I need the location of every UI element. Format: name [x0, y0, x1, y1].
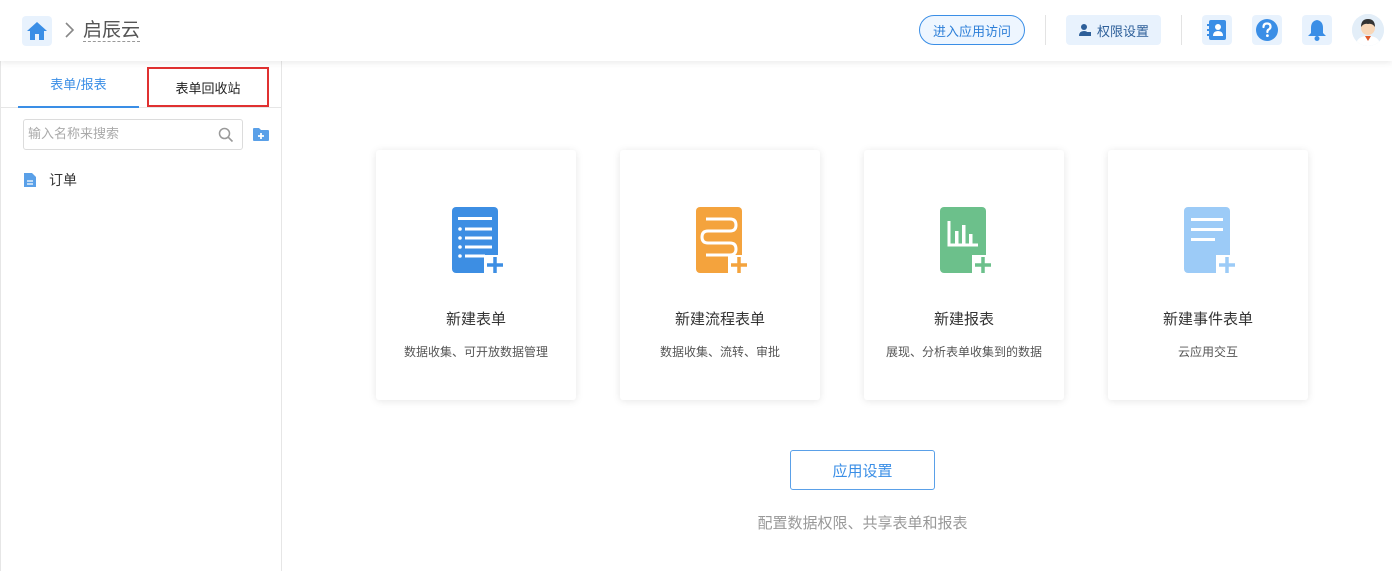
list-item-order[interactable]: 订单	[23, 169, 77, 191]
new-flow-form-card[interactable]: 新建流程表单 数据收集、流转、审批	[620, 150, 820, 400]
form-icon	[452, 207, 506, 275]
search-icon[interactable]	[218, 127, 234, 143]
new-form-card[interactable]: 新建表单 数据收集、可开放数据管理	[376, 150, 576, 400]
new-event-form-card[interactable]: 新建事件表单 云应用交互	[1108, 150, 1308, 400]
card-title: 新建流程表单	[674, 310, 765, 328]
event-form-icon	[1184, 207, 1238, 275]
avatar-icon	[1352, 14, 1384, 46]
visit-app-button[interactable]: 进入应用访问	[919, 15, 1025, 45]
app-settings-button[interactable]: 应用设置	[790, 450, 935, 490]
card-title: 新建事件表单	[1162, 310, 1253, 328]
contacts-button[interactable]	[1202, 15, 1232, 45]
document-icon	[24, 173, 36, 187]
bell-icon	[1308, 20, 1326, 41]
list-item-label: 订单	[49, 173, 77, 189]
home-button[interactable]	[22, 16, 52, 46]
help-button[interactable]	[1252, 15, 1282, 45]
app-title[interactable]: 启辰云	[83, 19, 141, 42]
contacts-icon	[1207, 20, 1226, 40]
chevron-right-icon	[65, 22, 75, 38]
notifications-button[interactable]	[1302, 15, 1332, 45]
new-report-card[interactable]: 新建报表 展现、分析表单收集到的数据	[864, 150, 1064, 400]
card-description: 数据收集、流转、审批	[659, 345, 780, 359]
tab-forms-reports[interactable]: 表单/报表	[18, 61, 139, 108]
divider	[1181, 15, 1182, 45]
search-box	[23, 119, 243, 150]
divider	[1045, 15, 1046, 45]
search-input[interactable]	[28, 124, 213, 145]
card-title: 新建报表	[933, 310, 994, 328]
permission-settings-label: 权限设置	[1096, 24, 1149, 40]
sidebar-tabs: 表单/报表 表单回收站	[1, 61, 281, 108]
report-icon	[940, 207, 994, 275]
permission-settings-button[interactable]: 权限设置	[1066, 15, 1161, 45]
avatar[interactable]	[1352, 14, 1384, 46]
add-folder-icon[interactable]	[252, 127, 270, 142]
user-lock-icon	[1078, 24, 1091, 36]
card-description: 云应用交互	[1177, 345, 1238, 359]
top-header: 启辰云 进入应用访问 权限设置	[0, 0, 1392, 61]
sidebar: 表单/报表 表单回收站 订单	[0, 61, 282, 571]
help-icon	[1256, 19, 1278, 41]
flow-form-icon	[696, 207, 750, 275]
home-icon	[27, 22, 47, 40]
app-settings-description: 配置数据权限、共享表单和报表	[757, 514, 968, 532]
tab-form-recycle-bin[interactable]: 表单回收站	[147, 67, 269, 107]
card-description: 展现、分析表单收集到的数据	[885, 345, 1042, 359]
card-title: 新建表单	[445, 310, 506, 328]
card-description: 数据收集、可开放数据管理	[403, 345, 548, 359]
